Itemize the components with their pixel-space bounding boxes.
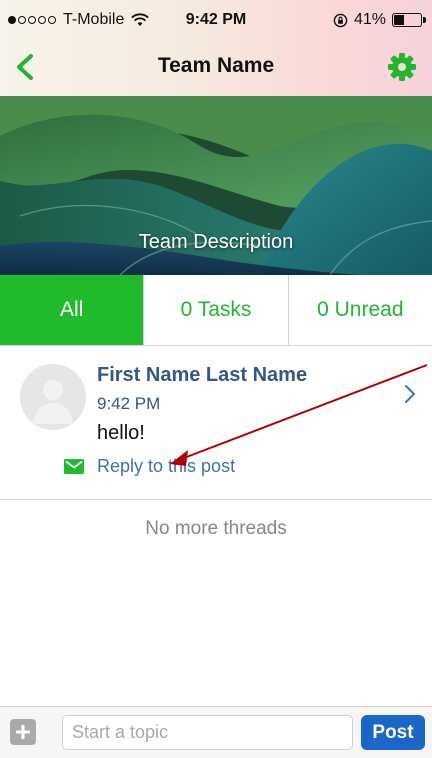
header: T-Mobile 9:42 PM 41% Team Name [0, 0, 432, 96]
team-description: Team Description [138, 231, 294, 253]
start-topic-input[interactable] [62, 715, 353, 750]
chevron-right-icon[interactable] [402, 382, 418, 406]
reply-to-post-link[interactable]: Reply to this post [64, 456, 235, 477]
tab-all[interactable]: All [0, 275, 144, 345]
no-more-threads: No more threads [145, 518, 287, 539]
post-author[interactable]: First Name Last Name [97, 364, 307, 387]
status-right: 41% [333, 11, 426, 29]
rotation-lock-icon [333, 13, 348, 27]
battery-level [394, 15, 405, 25]
page-title: Team Name [157, 54, 275, 77]
tab-tasks[interactable]: 0 Tasks [143, 275, 287, 345]
battery-icon [392, 13, 426, 27]
thread-filter-tabs: All 0 Tasks 0 Unread [0, 275, 432, 346]
reply-label: Reply to this post [97, 456, 236, 476]
post-button[interactable]: Post [361, 715, 425, 750]
tab-unread[interactable]: 0 Unread [287, 275, 432, 345]
post-message: hello! [97, 422, 145, 444]
status-bar: T-Mobile 9:42 PM 41% [0, 0, 432, 40]
thread-item[interactable]: First Name Last Name 9:42 PM hello! Repl… [0, 346, 432, 500]
nav-bar: Team Name [0, 40, 432, 96]
plus-icon[interactable] [10, 719, 36, 745]
gear-icon[interactable] [386, 51, 418, 83]
default-avatar-icon [20, 364, 86, 430]
envelope-icon [64, 459, 84, 474]
composer-bar: Post [0, 706, 432, 758]
post-timestamp: 9:42 PM [97, 394, 161, 413]
battery-percent: 41% [353, 11, 386, 28]
team-banner: Team Description [0, 96, 432, 275]
